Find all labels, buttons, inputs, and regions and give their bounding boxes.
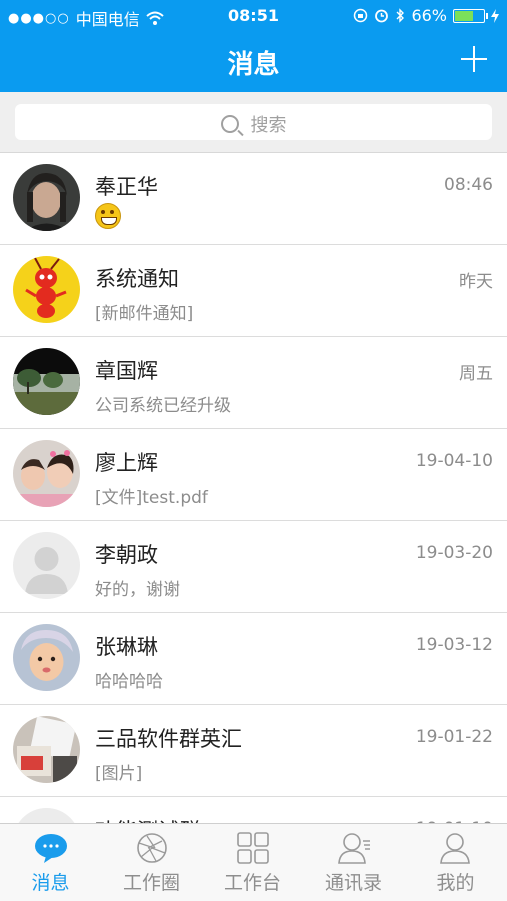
bluetooth-icon	[396, 8, 405, 23]
conversation-row[interactable]: 李朝政 好的，谢谢 19-03-20	[0, 521, 507, 613]
message-preview: 好的，谢谢	[95, 580, 180, 600]
page-title: 消息	[227, 50, 280, 80]
add-icon[interactable]	[461, 46, 487, 72]
conversation-row[interactable]: 系统通知 [新邮件通知] 昨天	[0, 245, 507, 337]
avatar	[13, 532, 80, 599]
contact-name: 李朝政	[95, 543, 158, 567]
charging-icon	[491, 8, 499, 23]
message-time: 周五	[459, 364, 493, 384]
conversation-row[interactable]: 奉正华 08:46	[0, 153, 507, 245]
message-time: 19-04-10	[415, 451, 493, 471]
search-icon	[220, 115, 239, 133]
contact-name: 三品软件群英汇	[95, 727, 242, 751]
conversation-list: 奉正华 08:46 系统通知 [新邮件通知] 昨天 章国辉 公司系统已经升级 周…	[0, 153, 507, 889]
battery-icon	[453, 8, 488, 23]
avatar	[13, 716, 80, 783]
avatar	[13, 440, 80, 507]
status-bar: ●●●○○ 中国电信 08:51 66%	[0, 0, 507, 30]
message-time: 昨天	[459, 272, 493, 292]
avatar	[13, 256, 80, 323]
chat-bubble-icon	[35, 834, 67, 863]
conversation-row[interactable]: 章国辉 公司系统已经升级 周五	[0, 337, 507, 429]
tab-messages[interactable]: 消息	[0, 824, 101, 901]
nav-bar: 消息	[0, 30, 507, 92]
message-time: 19-03-20	[415, 543, 493, 563]
conversation-row[interactable]: 三品软件群英汇 [图片] 19-01-22	[0, 705, 507, 797]
grin-emoji-icon	[95, 203, 121, 229]
tab-label: 通讯录	[324, 872, 382, 894]
search-placeholder-wrap: 搜索	[15, 111, 492, 137]
grid-icon	[237, 832, 269, 864]
avatar	[13, 348, 80, 415]
tab-label: 我的	[436, 872, 475, 894]
message-time: 19-03-12	[415, 635, 493, 655]
message-time: 08:46	[444, 175, 493, 195]
alarm-icon	[375, 9, 389, 23]
tab-me[interactable]: 我的	[404, 824, 507, 901]
conversation-row[interactable]: 廖上辉 [文件]test.pdf 19-04-10	[0, 429, 507, 521]
tab-label: 工作圈	[122, 872, 180, 894]
tab-label: 消息	[31, 872, 70, 894]
message-time: 19-01-22	[415, 727, 493, 747]
message-preview: [新邮件通知]	[95, 304, 194, 324]
status-right: 66%	[353, 6, 499, 25]
contacts-icon	[338, 833, 370, 864]
tab-workbench[interactable]: 工作台	[202, 824, 303, 901]
avatar	[13, 164, 80, 231]
battery-percent: 66%	[411, 6, 447, 25]
aperture-icon	[137, 833, 167, 863]
person-icon	[440, 833, 470, 864]
contact-name: 奉正华	[95, 175, 158, 199]
contact-name: 章国辉	[95, 359, 158, 383]
message-preview: [文件]test.pdf	[95, 488, 208, 508]
message-preview: [图片]	[95, 764, 143, 784]
tab-label: 工作台	[223, 872, 281, 894]
avatar	[13, 624, 80, 691]
search-area: 搜索	[0, 92, 507, 153]
tab-work-circle[interactable]: 工作圈	[101, 824, 202, 901]
search-placeholder: 搜索	[250, 115, 287, 136]
contact-name: 廖上辉	[95, 451, 158, 475]
tab-contacts[interactable]: 通讯录	[303, 824, 404, 901]
contact-name: 张琳琳	[95, 635, 158, 659]
message-preview: 哈哈哈哈	[95, 672, 163, 692]
tab-bar: 消息 工作圈 工作台 通讯录 我的	[0, 823, 507, 901]
rotation-lock-icon	[354, 8, 368, 23]
message-preview: 公司系统已经升级	[95, 396, 231, 416]
conversation-row[interactable]: 张琳琳 哈哈哈哈 19-03-12	[0, 613, 507, 705]
search-input[interactable]: 搜索	[15, 104, 492, 140]
contact-name: 系统通知	[95, 267, 179, 291]
